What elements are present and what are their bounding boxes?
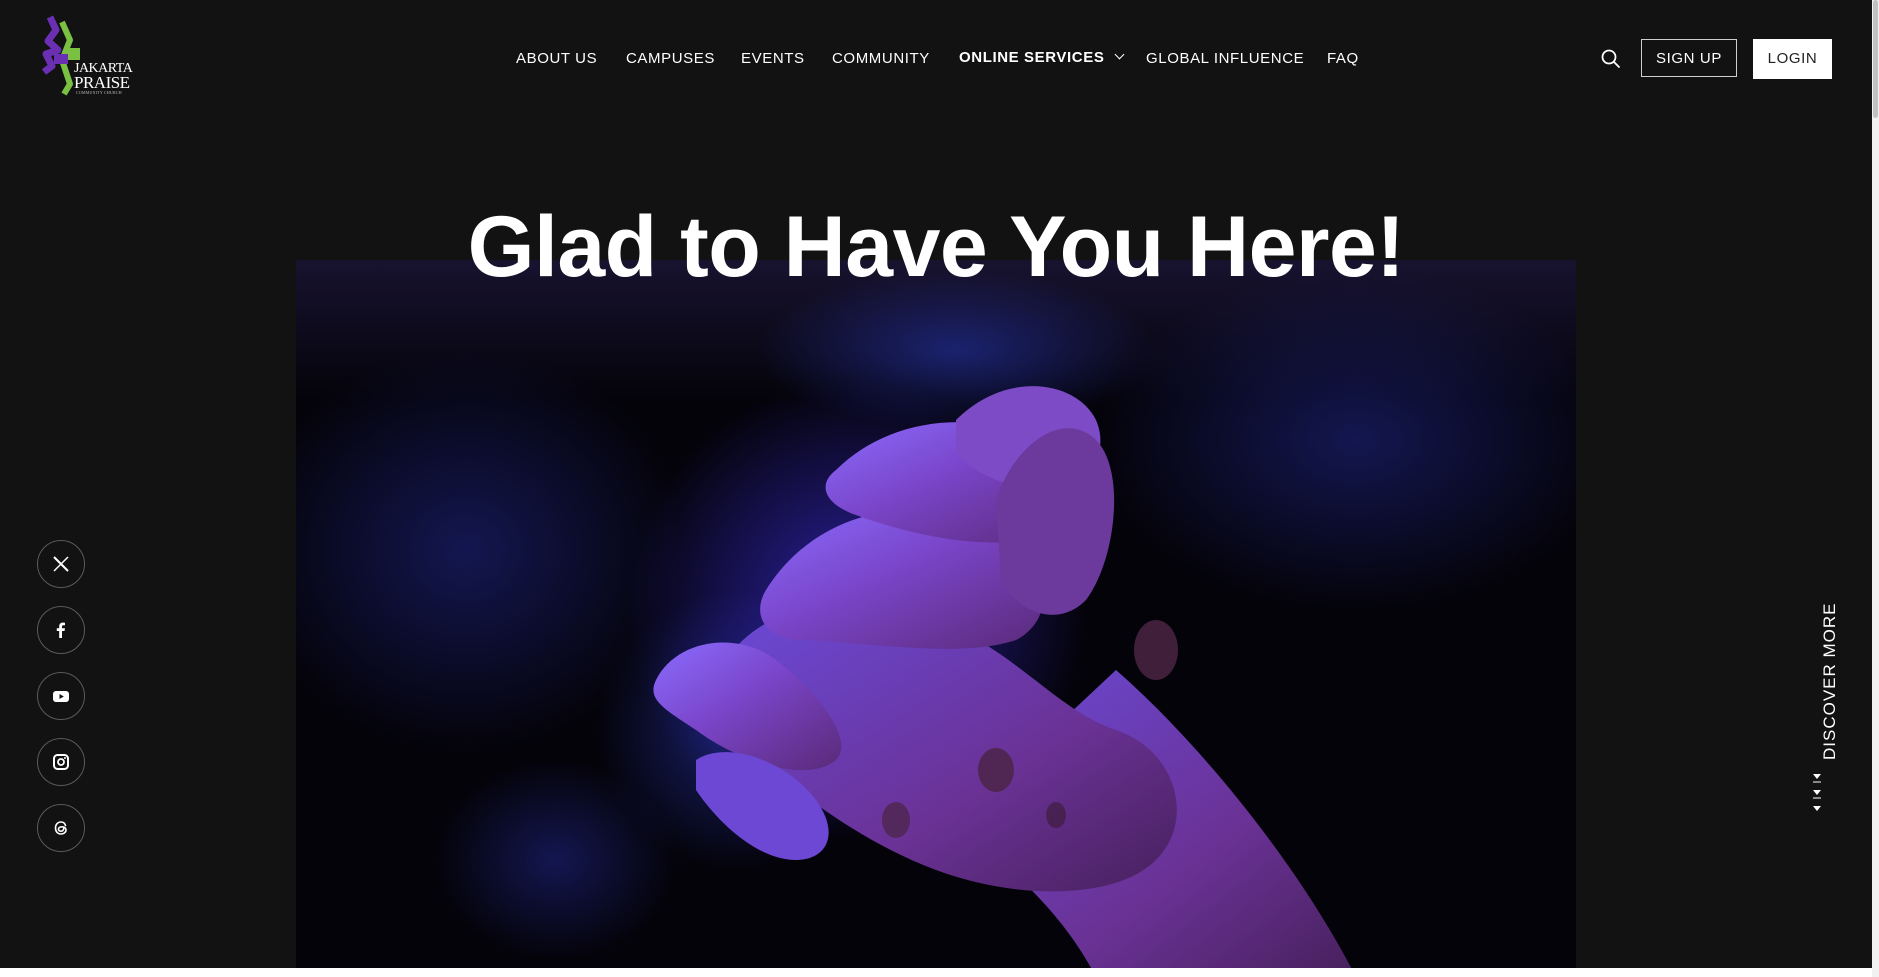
nav-item-faq[interactable]: FAQ	[1327, 50, 1359, 67]
search-button[interactable]	[1600, 48, 1622, 70]
page: JAKARTA PRAISE COMMUNITY CHURCH ABOUT US…	[0, 0, 1872, 968]
search-icon	[1601, 49, 1620, 68]
praying-hands-image	[296, 260, 1576, 968]
threads-button[interactable]	[37, 804, 85, 852]
scrollbar-thumb[interactable]	[1873, 0, 1878, 118]
x-twitter-button[interactable]	[37, 540, 85, 588]
church-logo[interactable]: JAKARTA PRAISE COMMUNITY CHURCH	[40, 14, 140, 98]
hero-title: Glad to Have You Here!	[467, 199, 1405, 295]
logo-subtitle: COMMUNITY CHURCH	[76, 90, 122, 95]
youtube-button[interactable]	[37, 672, 85, 720]
nav-item-about-us[interactable]: ABOUT US	[516, 50, 597, 67]
hero-image	[296, 260, 1576, 968]
facebook-button[interactable]	[37, 606, 85, 654]
nav-item-online-services-label: ONLINE SERVICES	[959, 49, 1105, 66]
logo-line-2: PRAISE	[74, 73, 130, 92]
nav-item-online-services[interactable]: ONLINE SERVICES	[959, 49, 1125, 66]
instagram-icon	[53, 754, 69, 770]
nav-item-campuses[interactable]: CAMPUSES	[626, 50, 715, 67]
threads-icon	[54, 821, 67, 835]
chevron-down-icon	[1114, 49, 1125, 60]
logo-wordmark: JAKARTA PRAISE	[74, 62, 133, 92]
x-twitter-icon	[53, 556, 69, 572]
discover-more-link[interactable]: DISCOVER MORE	[1806, 600, 1839, 820]
nav-item-community[interactable]: COMMUNITY	[832, 50, 930, 67]
arrow-down-icons	[1813, 774, 1821, 811]
nav-item-global-influence[interactable]: GLOBAL INFLUENCE	[1146, 50, 1304, 67]
instagram-button[interactable]	[37, 738, 85, 786]
nav-item-events[interactable]: EVENTS	[741, 50, 805, 67]
youtube-icon	[53, 691, 69, 702]
facebook-icon	[56, 622, 65, 638]
login-button[interactable]: LOGIN	[1753, 39, 1832, 79]
discover-more-label: DISCOVER MORE	[1820, 602, 1839, 760]
scrollbar[interactable]	[1872, 0, 1879, 977]
sign-up-button[interactable]: SIGN UP	[1641, 39, 1737, 77]
